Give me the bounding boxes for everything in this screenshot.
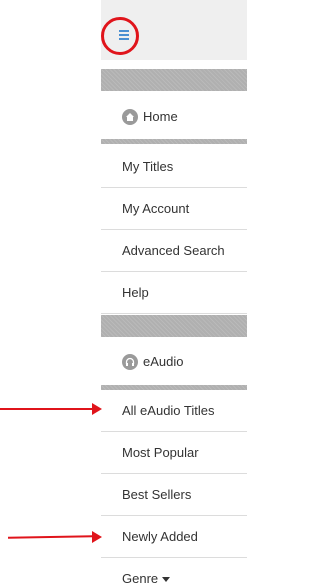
menu-item-label: Genre xyxy=(122,570,171,586)
menu-item-label: Most Popular xyxy=(122,445,199,460)
menu-item-best-sellers[interactable]: Best Sellers xyxy=(101,474,247,516)
menu-item-label: Advanced Search xyxy=(122,243,225,258)
menu-item-genre[interactable]: Genre xyxy=(101,558,247,586)
home-icon xyxy=(122,109,138,125)
menu-item-label: My Titles xyxy=(122,159,174,174)
section-divider xyxy=(101,139,247,144)
menu-item-label: All eAudio Titles xyxy=(122,403,215,418)
annotation-arrow xyxy=(0,531,102,543)
annotation-circle xyxy=(101,17,139,55)
menu-item-newly-added[interactable]: Newly Added xyxy=(101,516,247,558)
section-home-label: Home xyxy=(143,109,178,124)
section-eaudio[interactable]: eAudio xyxy=(101,340,247,384)
side-menu: Home My Titles My Account Advanced Searc… xyxy=(101,0,247,586)
genre-label: Genre xyxy=(122,571,159,586)
menu-item-all-eaudio-titles[interactable]: All eAudio Titles xyxy=(101,390,247,432)
menu-item-my-titles[interactable]: My Titles xyxy=(101,146,247,188)
section-divider xyxy=(101,69,247,91)
menu-item-label: Newly Added xyxy=(122,529,198,544)
headphones-icon xyxy=(122,354,138,370)
section-eaudio-label: eAudio xyxy=(143,354,184,369)
menu-item-label: Best Sellers xyxy=(122,487,192,502)
caret-down-icon xyxy=(162,577,171,583)
section-home[interactable]: Home xyxy=(101,95,247,139)
menu-item-label: Help xyxy=(122,285,149,300)
menu-item-my-account[interactable]: My Account xyxy=(101,188,247,230)
menu-item-advanced-search[interactable]: Advanced Search xyxy=(101,230,247,272)
menu-item-help[interactable]: Help xyxy=(101,272,247,314)
section-divider xyxy=(101,315,247,337)
menu-item-most-popular[interactable]: Most Popular xyxy=(101,432,247,474)
annotation-arrow xyxy=(0,403,102,415)
menu-item-label: My Account xyxy=(122,201,190,216)
